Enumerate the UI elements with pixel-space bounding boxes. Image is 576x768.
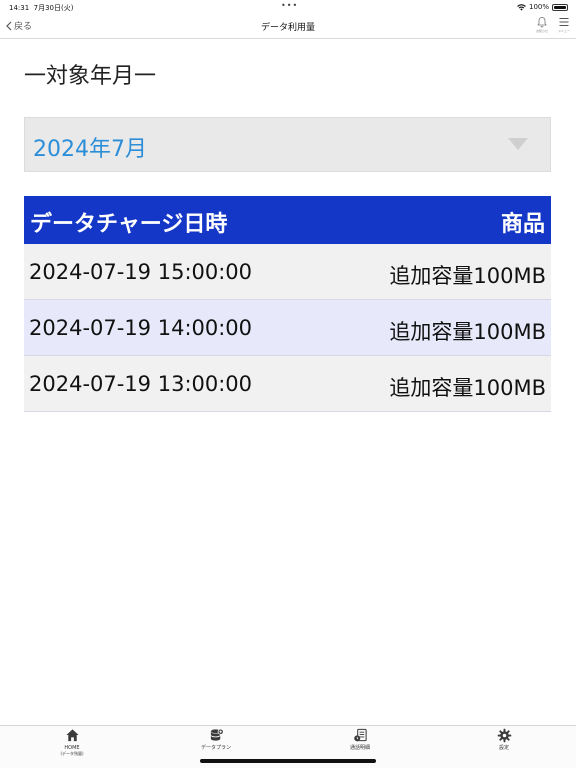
table-row: 2024-07-19 14:00:00 追加容量100MB	[24, 300, 551, 356]
status-time: 14:31 7月30日(火)	[9, 4, 74, 12]
notification-button[interactable]: お知らせ	[536, 16, 548, 33]
document-icon	[353, 728, 367, 742]
row-product: 追加容量100MB	[389, 320, 546, 344]
month-select-value: 2024年7月	[33, 137, 147, 162]
row-product: 追加容量100MB	[389, 264, 546, 288]
tab-settings[interactable]: 設定	[464, 728, 544, 751]
tab-settings-label: 設定	[498, 745, 509, 751]
page-title: データ利用量	[260, 23, 315, 33]
row-datetime: 2024-07-19 14:00:00	[29, 316, 253, 340]
row-product: 追加容量100MB	[389, 376, 546, 400]
home-icon	[65, 729, 79, 742]
tab-home-sublabel: (データ残量)	[60, 751, 84, 756]
row-datetime: 2024-07-19 13:00:00	[29, 372, 253, 396]
menu-label: メニュー	[557, 29, 570, 33]
notification-label: お知らせ	[536, 29, 548, 33]
gear-icon	[497, 728, 511, 743]
status-right: 100%	[517, 3, 568, 11]
header-datetime: データチャージ日時	[30, 212, 228, 237]
table-header: データチャージ日時 商品	[24, 196, 551, 244]
battery-percent: 100%	[528, 3, 549, 11]
dropdown-arrow-icon	[508, 138, 528, 150]
month-select[interactable]: 2024年7月	[24, 117, 551, 172]
tab-data-plan-label: データプラン	[200, 745, 231, 751]
table-row: 2024-07-19 13:00:00 追加容量100MB	[24, 356, 551, 412]
wifi-icon	[517, 3, 526, 11]
target-month-heading: 一対象年月一	[24, 64, 157, 89]
home-indicator[interactable]	[200, 759, 376, 763]
table-row: 2024-07-19 15:00:00 追加容量100MB	[24, 244, 551, 300]
tab-data-plan[interactable]: データプラン	[176, 728, 256, 751]
tab-call-details[interactable]: 通話明細	[320, 728, 400, 751]
header-product: 商品	[500, 212, 545, 237]
menu-button[interactable]: メニュー	[558, 16, 570, 33]
charge-history-table: データチャージ日時 商品 2024-07-19 15:00:00 追加容量100…	[24, 196, 551, 412]
row-datetime: 2024-07-19 15:00:00	[29, 260, 253, 284]
menu-icon	[559, 17, 569, 27]
bell-icon	[537, 17, 547, 28]
database-icon	[210, 728, 224, 741]
navigation-bar: 戻る データ利用量 お知らせ メニュー	[0, 14, 576, 39]
nav-actions: お知らせ メニュー	[536, 16, 570, 33]
battery-icon	[552, 3, 568, 11]
status-bar: 14:31 7月30日(火) ••• 100%	[0, 0, 576, 14]
tab-home[interactable]: HOME (データ残量)	[32, 728, 112, 757]
tab-call-details-label: 通話明細	[349, 745, 370, 751]
multitasking-dots[interactable]: •••	[281, 1, 298, 10]
